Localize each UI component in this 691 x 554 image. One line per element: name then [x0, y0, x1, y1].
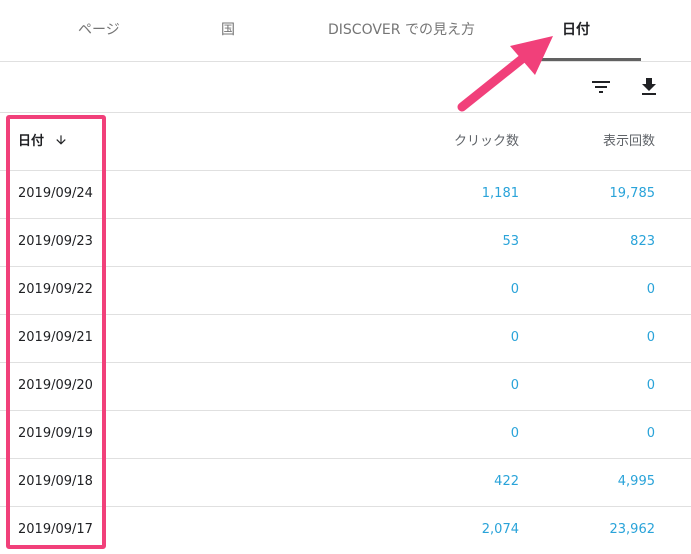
date-cell: 2019/09/22 — [18, 282, 93, 297]
table-row: 2019/09/20 0 0 — [0, 363, 691, 411]
clicks-cell: 53 — [502, 234, 519, 249]
impressions-cell: 823 — [630, 234, 655, 249]
date-cell: 2019/09/17 — [18, 522, 93, 537]
filter-icon[interactable] — [589, 75, 613, 99]
impressions-cell: 0 — [646, 378, 655, 393]
active-tab-indicator — [520, 58, 641, 61]
tab-date[interactable]: 日付 — [562, 20, 590, 40]
tab-discover-appearance[interactable]: DISCOVER での見え方 — [328, 20, 475, 40]
clicks-cell: 0 — [510, 282, 519, 297]
impressions-cell: 0 — [646, 330, 655, 345]
date-cell: 2019/09/19 — [18, 426, 93, 441]
date-cell: 2019/09/24 — [18, 186, 93, 201]
table-row: 2019/09/17 2,074 23,962 — [0, 507, 691, 554]
table-row: 2019/09/24 1,181 19,785 — [0, 171, 691, 219]
tab-country[interactable]: 国 — [221, 20, 235, 40]
date-cell: 2019/09/20 — [18, 378, 93, 393]
clicks-cell: 422 — [494, 474, 519, 489]
date-column-header[interactable]: 日付 — [18, 133, 68, 151]
arrow-down-icon — [54, 133, 68, 153]
table-row: 2019/09/23 53 823 — [0, 219, 691, 267]
impressions-cell: 4,995 — [617, 474, 655, 489]
impressions-cell: 0 — [646, 282, 655, 297]
clicks-cell: 1,181 — [481, 186, 519, 201]
clicks-column-header[interactable]: クリック数 — [454, 133, 519, 151]
date-cell: 2019/09/21 — [18, 330, 93, 345]
table-row: 2019/09/22 0 0 — [0, 267, 691, 315]
table-toolbar — [0, 62, 691, 113]
date-cell: 2019/09/18 — [18, 474, 93, 489]
table-row: 2019/09/18 422 4,995 — [0, 459, 691, 507]
table-body: 2019/09/24 1,181 19,785 2019/09/23 53 82… — [0, 171, 691, 554]
impressions-cell: 23,962 — [609, 522, 656, 537]
date-header-label: 日付 — [18, 134, 45, 149]
table-row: 2019/09/21 0 0 — [0, 315, 691, 363]
clicks-cell: 2,074 — [481, 522, 519, 537]
impressions-cell: 19,785 — [609, 186, 656, 201]
table-row: 2019/09/19 0 0 — [0, 411, 691, 459]
report-tabs: ページ 国 DISCOVER での見え方 日付 — [0, 0, 691, 62]
impressions-column-header[interactable]: 表示回数 — [603, 133, 655, 151]
clicks-cell: 0 — [510, 378, 519, 393]
tab-page[interactable]: ページ — [78, 20, 120, 40]
clicks-cell: 0 — [510, 330, 519, 345]
date-cell: 2019/09/23 — [18, 234, 93, 249]
impressions-cell: 0 — [646, 426, 655, 441]
table-header-row: 日付 クリック数 表示回数 — [0, 113, 691, 171]
clicks-cell: 0 — [510, 426, 519, 441]
download-icon[interactable] — [637, 75, 661, 99]
